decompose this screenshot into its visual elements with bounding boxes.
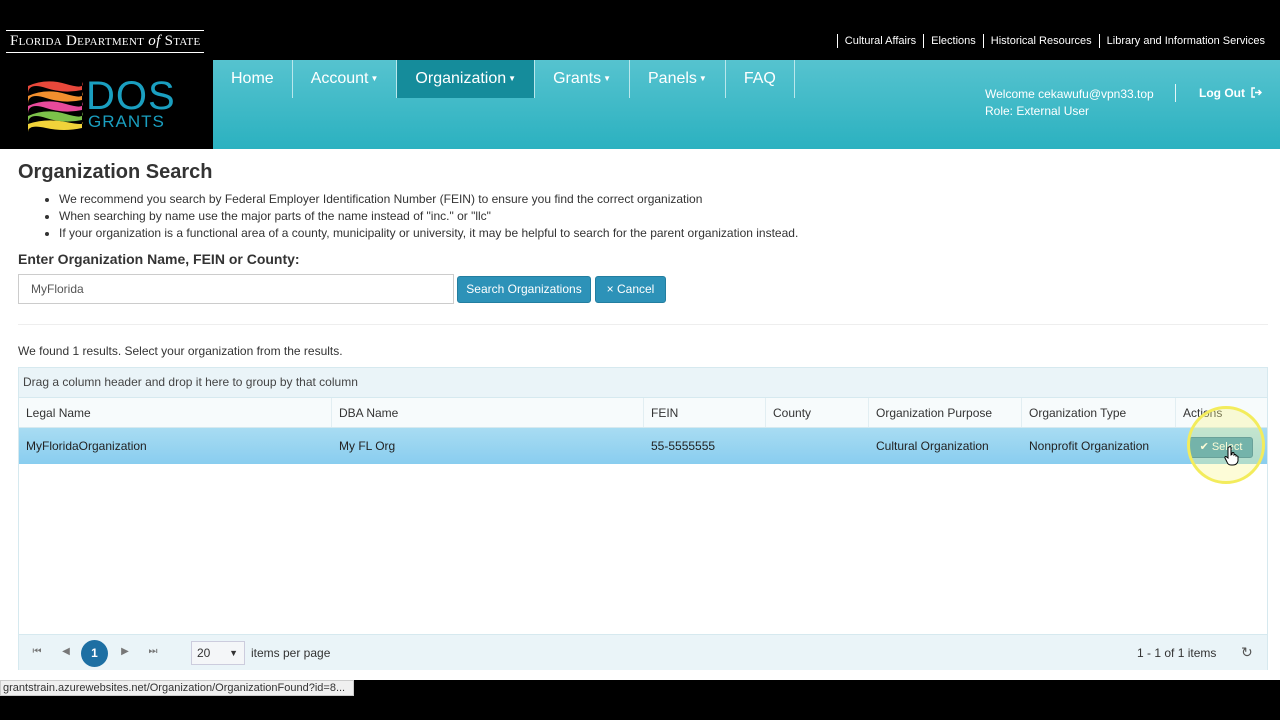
page-number-current[interactable]: 1 [81,640,108,667]
first-page-icon[interactable]: ⏮ [31,646,43,658]
caret-down-icon: ▼ [698,74,707,83]
site-header: DOS GRANTS Home Account ▼ Organization ▼ G… [0,60,1280,149]
dept-name-prefix: Florida Department [10,33,145,49]
cell-fein: 55-5555555 [651,439,716,453]
cell-legal-name: MyFloridaOrganization [26,439,147,453]
tip-item: We recommend you search by Federal Emplo… [59,191,798,208]
refresh-icon[interactable]: ↻ [1241,644,1253,661]
page-size-select[interactable]: 20 ▼ [191,641,245,665]
nav-grants[interactable]: Grants ▼ [535,60,630,98]
grid-pager: ⏮ ◀ 1 ▶ ⏭ 20 ▼ items per page 1 - 1 of 1… [19,634,1267,670]
caret-down-icon: ▼ [508,74,517,83]
last-page-icon[interactable]: ⏭ [147,646,159,658]
previous-page-icon[interactable]: ◀ [60,646,72,658]
cell-organization-purpose: Cultural Organization [876,439,989,453]
nav-organization[interactable]: Organization ▼ [397,60,536,98]
link-elections[interactable]: Elections [923,34,983,48]
logout-link[interactable]: Log Out [1175,84,1263,102]
grid-header: Legal Name DBA Name FEIN County Organiza… [19,398,1267,428]
nav-panels-label: Panels [648,70,697,88]
browser-frame: Florida Department of State Cultural Aff… [0,0,1280,720]
main-nav: Home Account ▼ Organization ▼ Grants ▼ Pane… [213,60,795,98]
search-organizations-button[interactable]: Search Organizations [457,276,591,303]
nav-faq-label: FAQ [743,70,776,87]
nav-home[interactable]: Home [213,60,293,98]
role-text: Role: External User [985,104,1090,118]
dept-name-suffix: State [164,33,201,49]
column-header-fein[interactable]: FEIN [644,398,766,427]
nav-grants-label: Grants [553,70,602,88]
logout-label: Log Out [1199,86,1245,100]
cell-organization-type: Nonprofit Organization [1029,439,1150,453]
column-header-dba-name[interactable]: DBA Name [332,398,644,427]
nav-account-label: Account [310,70,369,88]
table-row[interactable]: MyFloridaOrganization My FL Org 55-55555… [19,428,1267,464]
logout-icon [1251,87,1263,98]
nav-account[interactable]: Account ▼ [293,60,398,98]
logo-dos-text: DOS [86,74,176,118]
tip-item: If your organization is a functional are… [59,225,798,242]
divider [18,324,1268,325]
cancel-button[interactable]: × Cancel [595,276,666,303]
logo-grants-text: GRANTS [88,112,165,131]
caret-down-icon: ▼ [603,74,611,83]
column-header-organization-purpose[interactable]: Organization Purpose [869,398,1022,427]
results-grid: Drag a column header and drop it here to… [18,367,1268,670]
nav-panels[interactable]: Panels ▼ [630,60,726,98]
agency-links: Cultural Affairs Elections Historical Re… [836,34,1272,48]
group-drop-area[interactable]: Drag a column header and drop it here to… [19,368,1267,398]
user-info: Welcome cekawufu@vpn33.top Role: Externa… [985,86,1154,120]
pager-info: 1 - 1 of 1 items [1137,646,1217,660]
items-per-page-label: items per page [251,646,331,660]
link-historical-resources[interactable]: Historical Resources [982,34,1099,48]
cell-dba-name: My FL Org [339,439,396,453]
link-library-information[interactable]: Library and Information Services [1098,34,1272,48]
nav-faq[interactable]: FAQ [726,60,795,98]
cell-county [766,428,773,464]
click-highlight [1187,406,1265,484]
hand-cursor-icon [1224,446,1239,466]
organization-search-input[interactable] [18,274,454,304]
link-cultural-affairs[interactable]: Cultural Affairs [836,34,923,48]
page-size-value: 20 [197,646,211,660]
dept-name-of: of [148,33,161,49]
nav-home-label: Home [231,70,274,87]
tip-item: When searching by name use the major par… [59,208,798,225]
logo-stripes-icon [28,81,83,132]
results-message: We found 1 results. Select your organiza… [18,344,343,358]
search-tips: We recommend you search by Federal Emplo… [59,191,798,242]
page-title: Organization Search [18,161,213,183]
department-of-state-logo[interactable]: Florida Department of State [6,30,205,53]
column-header-county[interactable]: County [766,398,869,427]
welcome-text: Welcome cekawufu@vpn33.top [985,87,1154,101]
main-content: Organization Search We recommend you sea… [0,149,1280,680]
search-label: Enter Organization Name, FEIN or County: [18,251,300,267]
caret-down-icon: ▼ [229,648,238,658]
column-header-legal-name[interactable]: Legal Name [19,398,332,427]
dos-grants-logo[interactable]: DOS GRANTS [0,60,213,149]
caret-down-icon: ▼ [370,74,379,83]
next-page-icon[interactable]: ▶ [119,646,131,658]
column-header-organization-type[interactable]: Organization Type [1022,398,1176,427]
browser-status-url: grantstrain.azurewebsites.net/Organizati… [0,680,355,696]
nav-organization-label: Organization [415,70,507,88]
